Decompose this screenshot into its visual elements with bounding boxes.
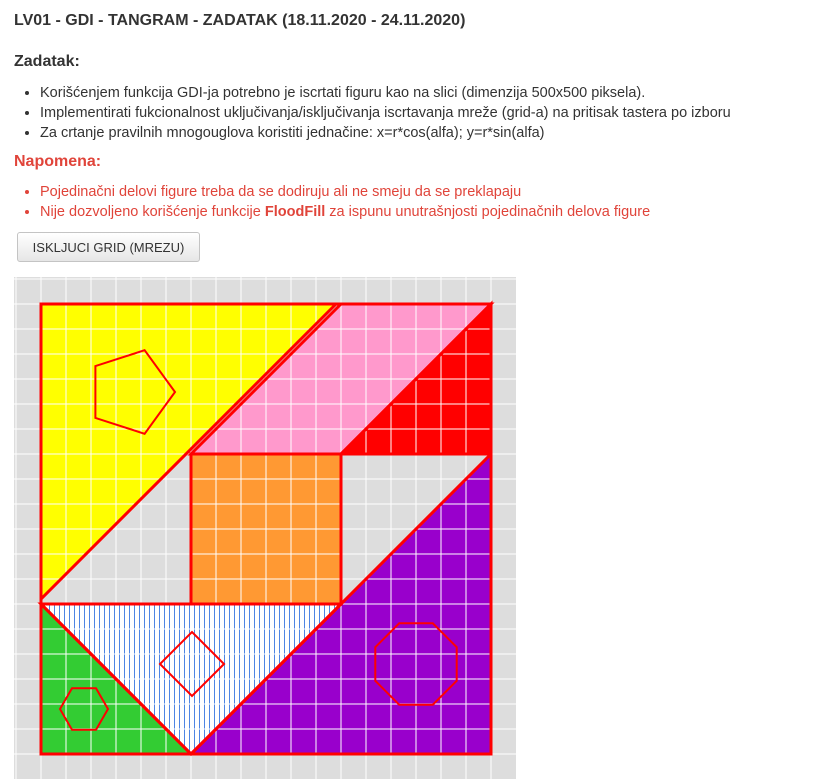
task-heading: Zadatak: [14,53,80,70]
note-item: Nije dozvoljeno korišćenje funkcije Floo… [40,202,650,222]
note-heading: Napomena: [14,153,102,170]
task-list: Korišćenjem funkcija GDI-ja potrebno je … [22,83,731,143]
toggle-grid-button[interactable]: ISKLJUCI GRID (MREZU) [17,232,200,262]
task-item: Korišćenjem funkcija GDI-ja potrebno je … [40,83,731,103]
task-item: Implementirati fukcionalnost uključivanj… [40,103,731,123]
note-item-prefix: Nije dozvoljeno korišćenje funkcije [40,204,265,220]
note-list: Pojedinačni delovi figure treba da se do… [22,182,650,222]
task-item: Za crtanje pravilnih mnogouglova koristi… [40,123,731,143]
note-item: Pojedinačni delovi figure treba da se do… [40,182,650,202]
page-title: LV01 - GDI - TANGRAM - ZADATAK (18.11.20… [14,12,466,29]
tangram-figure [14,277,516,779]
floodfill-keyword: FloodFill [264,204,326,220]
tangram-canvas [14,277,516,779]
note-item-suffix: za ispunu unutrašnjosti pojedinačnih del… [325,204,651,220]
